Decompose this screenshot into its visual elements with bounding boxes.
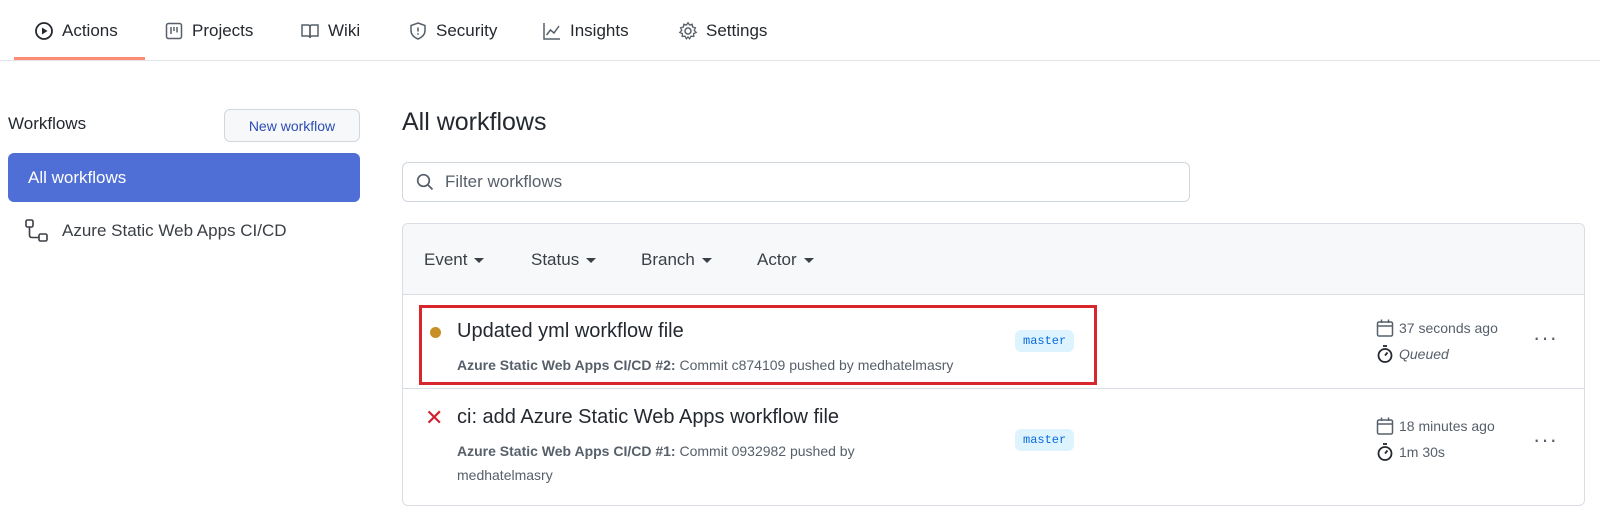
tab-security-label: Security <box>436 20 498 40</box>
workflow-icon <box>25 219 48 242</box>
branch-badge[interactable]: master <box>1015 330 1075 352</box>
run-title-link[interactable]: ci: add Azure Static Web Apps workflow f… <box>457 406 839 429</box>
caret-down-icon <box>586 257 597 263</box>
event-filter-label: Event <box>424 250 468 269</box>
actor-filter-label: Actor <box>757 250 797 269</box>
status-filter-label: Status <box>531 250 580 269</box>
workflow-runs-list: Event Status Branch Actor Updated yml wo… <box>402 223 1585 506</box>
filter-workflows-input[interactable] <box>445 172 1145 192</box>
run-duration-text: Queued <box>1399 346 1449 362</box>
run-when-text: 18 minutes ago <box>1399 418 1495 434</box>
run-meta: Azure Static Web Apps CI/CD #2: Commit c… <box>457 353 997 377</box>
tab-projects[interactable]: Projects <box>164 0 253 61</box>
run-title-link[interactable]: Updated yml workflow file <box>457 320 684 343</box>
run-meta: Azure Static Web Apps CI/CD #1: Commit 0… <box>457 439 917 487</box>
run-number: #2: <box>655 357 676 373</box>
tab-projects-label: Projects <box>192 20 254 40</box>
gear-icon <box>678 21 698 40</box>
run-detail: Commit c874109 pushed by medhatelmasry <box>679 357 954 373</box>
run-when-text: 37 seconds ago <box>1399 320 1498 336</box>
run-number: #1: <box>655 443 676 459</box>
table-row[interactable]: Updated yml workflow file Azure Static W… <box>403 295 1584 389</box>
book-icon <box>301 23 319 38</box>
tab-insights-label: Insights <box>570 20 629 40</box>
project-board-icon <box>165 22 183 39</box>
failed-status-icon: ✕ <box>425 405 444 430</box>
sidebar-item-all-workflows[interactable]: All workflows <box>8 153 360 202</box>
new-workflow-button[interactable]: New workflow <box>224 109 360 142</box>
caret-down-icon <box>803 257 814 263</box>
tab-security[interactable]: Security <box>408 0 497 61</box>
run-workflow-name: Azure Static Web Apps CI/CD <box>457 443 652 459</box>
run-timestamp: 18 minutes ago <box>1375 416 1495 436</box>
run-duration: Queued <box>1375 344 1449 364</box>
more-options-icon[interactable]: ··· <box>1533 325 1558 351</box>
play-icon <box>35 21 53 40</box>
filter-box <box>402 162 1190 202</box>
tab-wiki-label: Wiki <box>328 20 361 40</box>
run-workflow-name: Azure Static Web Apps CI/CD <box>457 357 652 373</box>
run-duration-text: 1m 30s <box>1399 444 1445 460</box>
actor-filter-dropdown[interactable]: Actor <box>757 250 814 270</box>
active-tab-underline <box>14 57 145 60</box>
tab-insights[interactable]: Insights <box>542 0 629 61</box>
branch-badge[interactable]: master <box>1015 429 1075 451</box>
calendar-icon <box>1376 417 1394 435</box>
event-filter-dropdown[interactable]: Event <box>424 250 485 270</box>
shield-icon <box>410 21 426 40</box>
runs-filter-bar: Event Status Branch Actor <box>403 224 1584 295</box>
stopwatch-icon <box>1377 443 1393 461</box>
run-duration: 1m 30s <box>1375 442 1445 462</box>
status-filter-dropdown[interactable]: Status <box>531 250 597 270</box>
stopwatch-icon <box>1377 345 1393 363</box>
branch-filter-label: Branch <box>641 250 695 269</box>
tab-settings[interactable]: Settings <box>678 0 767 61</box>
queued-status-icon <box>430 327 441 338</box>
tab-wiki[interactable]: Wiki <box>300 0 360 61</box>
more-options-icon[interactable]: ··· <box>1533 427 1558 453</box>
caret-down-icon <box>701 257 712 263</box>
sidebar-item-label: All workflows <box>28 167 127 187</box>
repo-nav: Actions Projects Wiki Security Insights … <box>0 0 1600 61</box>
caret-down-icon <box>474 257 485 263</box>
search-icon <box>416 173 434 191</box>
run-timestamp: 37 seconds ago <box>1375 318 1498 338</box>
branch-filter-dropdown[interactable]: Branch <box>641 250 712 270</box>
sidebar-item-azure-static-web-apps[interactable]: Azure Static Web Apps CI/CD <box>24 216 287 246</box>
page-title: All workflows <box>402 108 547 136</box>
sidebar-item-label: Azure Static Web Apps CI/CD <box>62 221 287 240</box>
graph-icon <box>543 22 560 40</box>
tab-settings-label: Settings <box>706 20 768 40</box>
sidebar-title: Workflows <box>8 114 87 133</box>
tab-actions-label: Actions <box>62 20 118 40</box>
tab-actions[interactable]: Actions <box>34 0 118 61</box>
table-row[interactable]: ✕ ci: add Azure Static Web Apps workflow… <box>403 389 1584 505</box>
calendar-icon <box>1376 319 1394 337</box>
